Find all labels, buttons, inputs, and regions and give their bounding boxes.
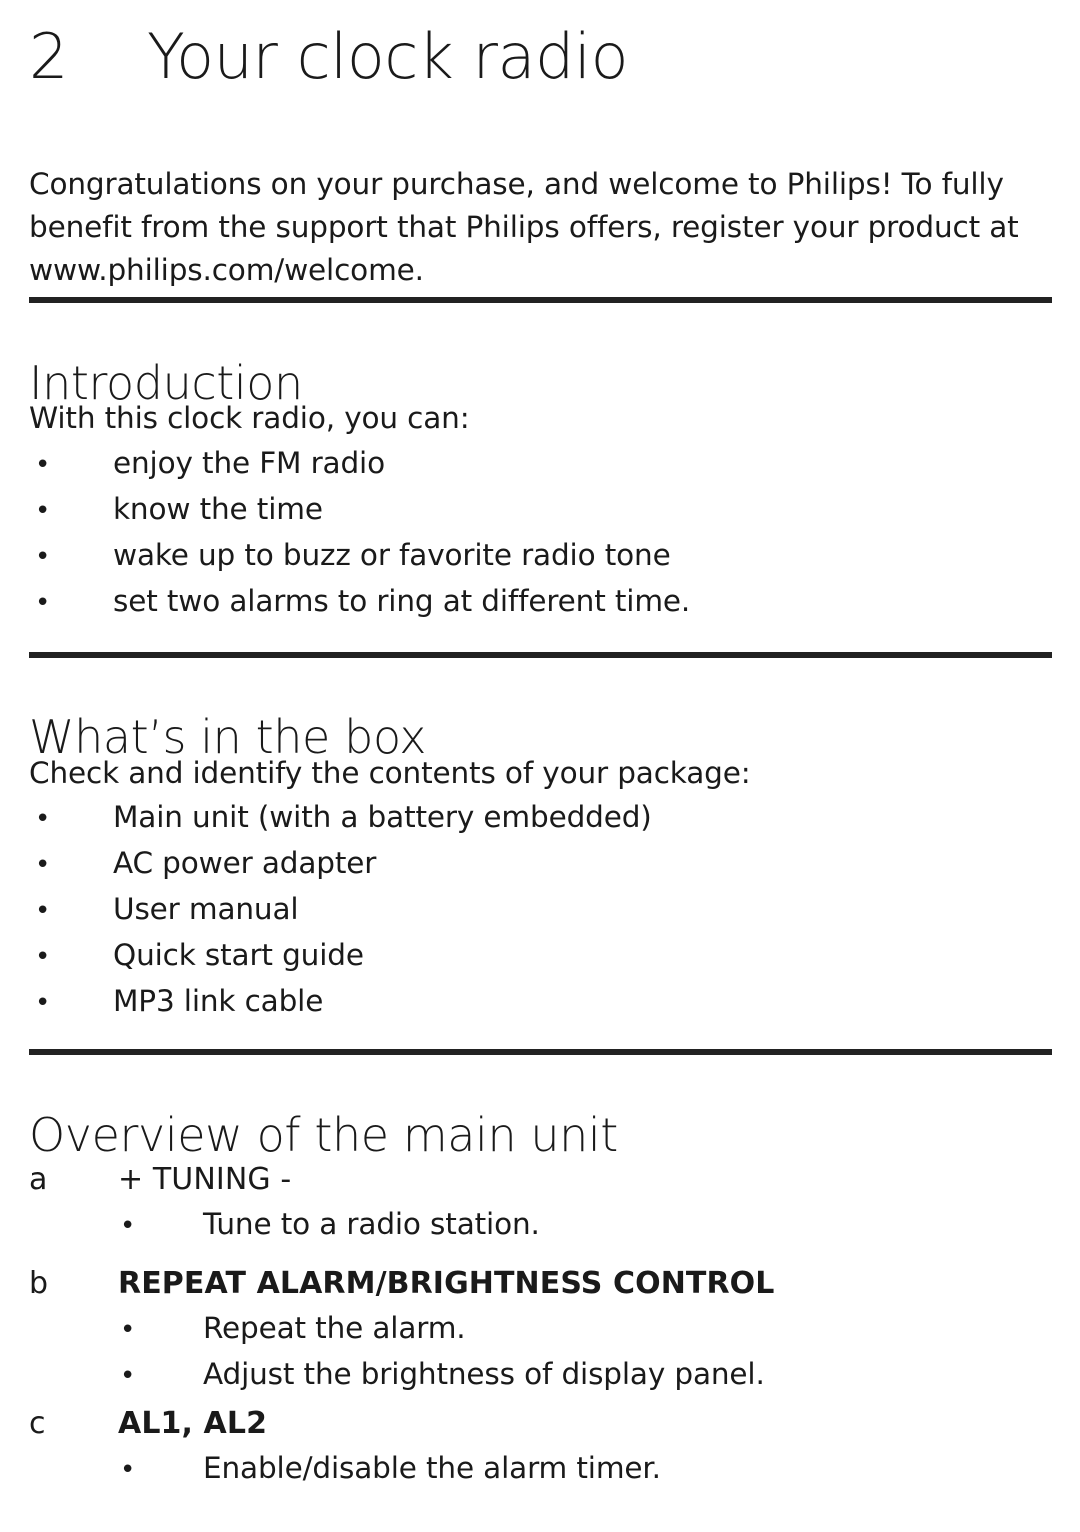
overview-entry-a: a + TUNING - • Tune to a radio station. [29, 1158, 1049, 1248]
bullet-icon: • [35, 588, 51, 618]
list-item-label: Enable/disable the alarm timer. [203, 1451, 661, 1485]
list-item: • Tune to a radio station. [29, 1202, 1049, 1248]
list-item-label: AC power adapter [113, 846, 377, 880]
list-item-label: set two alarms to ring at different time… [113, 584, 691, 618]
list-item: • User manual [29, 887, 1039, 933]
overview-entry-sublist: • Tune to a radio station. [29, 1202, 1049, 1248]
overview-entry-b: b REPEAT ALARM/BRIGHTNESS CONTROL • Repe… [29, 1262, 1049, 1398]
list-item: • set two alarms to ring at different ti… [29, 579, 1039, 625]
list-item-label: MP3 link cable [113, 984, 324, 1018]
whats-in-the-box-bullet-list: • Main unit (with a battery embedded) • … [29, 795, 1039, 1025]
list-item: • enjoy the FM radio [29, 441, 1039, 487]
section-heading-overview: Overview of the main unit [29, 1108, 618, 1163]
bullet-icon: • [120, 1315, 136, 1345]
overview-entry-sublist: • Enable/disable the alarm timer. [29, 1446, 1049, 1492]
list-item-label: Repeat the alarm. [203, 1311, 466, 1345]
overview-entry-heading: a + TUNING - [29, 1158, 1049, 1202]
bullet-icon: • [35, 988, 51, 1018]
list-item-label: know the time [113, 492, 323, 526]
bullet-icon: • [35, 942, 51, 972]
overview-entry-letter: c [29, 1406, 46, 1441]
list-item: • AC power adapter [29, 841, 1039, 887]
list-item-label: enjoy the FM radio [113, 446, 385, 480]
overview-entry-label: AL1, AL2 [118, 1406, 268, 1441]
list-item: • know the time [29, 487, 1039, 533]
overview-entry-heading: c AL1, AL2 [29, 1402, 1049, 1446]
list-item: • wake up to buzz or favorite radio tone [29, 533, 1039, 579]
section-divider-overview [29, 1049, 1052, 1055]
list-item: • Repeat the alarm. [29, 1306, 1049, 1352]
introduction-lead-text: With this clock radio, you can: [29, 401, 470, 435]
manual-page: 2 Your clock radio Congratulations on yo… [0, 0, 1080, 1532]
bullet-icon: • [35, 850, 51, 880]
bullet-icon: • [120, 1361, 136, 1391]
bullet-icon: • [35, 896, 51, 926]
list-item-label: Adjust the brightness of display panel. [203, 1357, 765, 1391]
list-item: • Adjust the brightness of display panel… [29, 1352, 1049, 1398]
list-item: • Main unit (with a battery embedded) [29, 795, 1039, 841]
list-item-label: wake up to buzz or favorite radio tone [113, 538, 671, 572]
overview-entry-sublist: • Repeat the alarm. • Adjust the brightn… [29, 1306, 1049, 1398]
overview-entry-letter: b [29, 1266, 49, 1301]
chapter-number: 2 [29, 20, 68, 93]
overview-entry-label: REPEAT ALARM/BRIGHTNESS CONTROL [118, 1266, 775, 1301]
bullet-icon: • [35, 542, 51, 572]
section-divider-introduction [29, 297, 1052, 303]
section-divider-whats-in-the-box [29, 652, 1052, 658]
bullet-icon: • [120, 1211, 136, 1241]
bullet-icon: • [120, 1455, 136, 1485]
intro-paragraph: Congratulations on your purchase, and we… [29, 166, 1019, 287]
introduction-bullet-list: • enjoy the FM radio • know the time • w… [29, 441, 1039, 625]
list-item-label: User manual [113, 892, 299, 926]
list-item: • MP3 link cable [29, 979, 1039, 1025]
list-item: • Enable/disable the alarm timer. [29, 1446, 1049, 1492]
chapter-header: 2 Your clock radio [29, 20, 629, 93]
overview-entry-letter: a [29, 1162, 48, 1197]
overview-entry-label: + TUNING - [118, 1162, 292, 1197]
chapter-title: Your clock radio [147, 20, 629, 93]
list-item-label: Quick start guide [113, 938, 364, 972]
overview-entry-heading: b REPEAT ALARM/BRIGHTNESS CONTROL [29, 1262, 1049, 1306]
whats-in-the-box-lead-text: Check and identify the contents of your … [29, 756, 751, 790]
overview-entry-c: c AL1, AL2 • Enable/disable the alarm ti… [29, 1402, 1049, 1492]
list-item: • Quick start guide [29, 933, 1039, 979]
bullet-icon: • [35, 496, 51, 526]
list-item-label: Tune to a radio station. [203, 1207, 540, 1241]
list-item-label: Main unit (with a battery embedded) [113, 800, 652, 834]
bullet-icon: • [35, 804, 51, 834]
bullet-icon: • [35, 450, 51, 480]
